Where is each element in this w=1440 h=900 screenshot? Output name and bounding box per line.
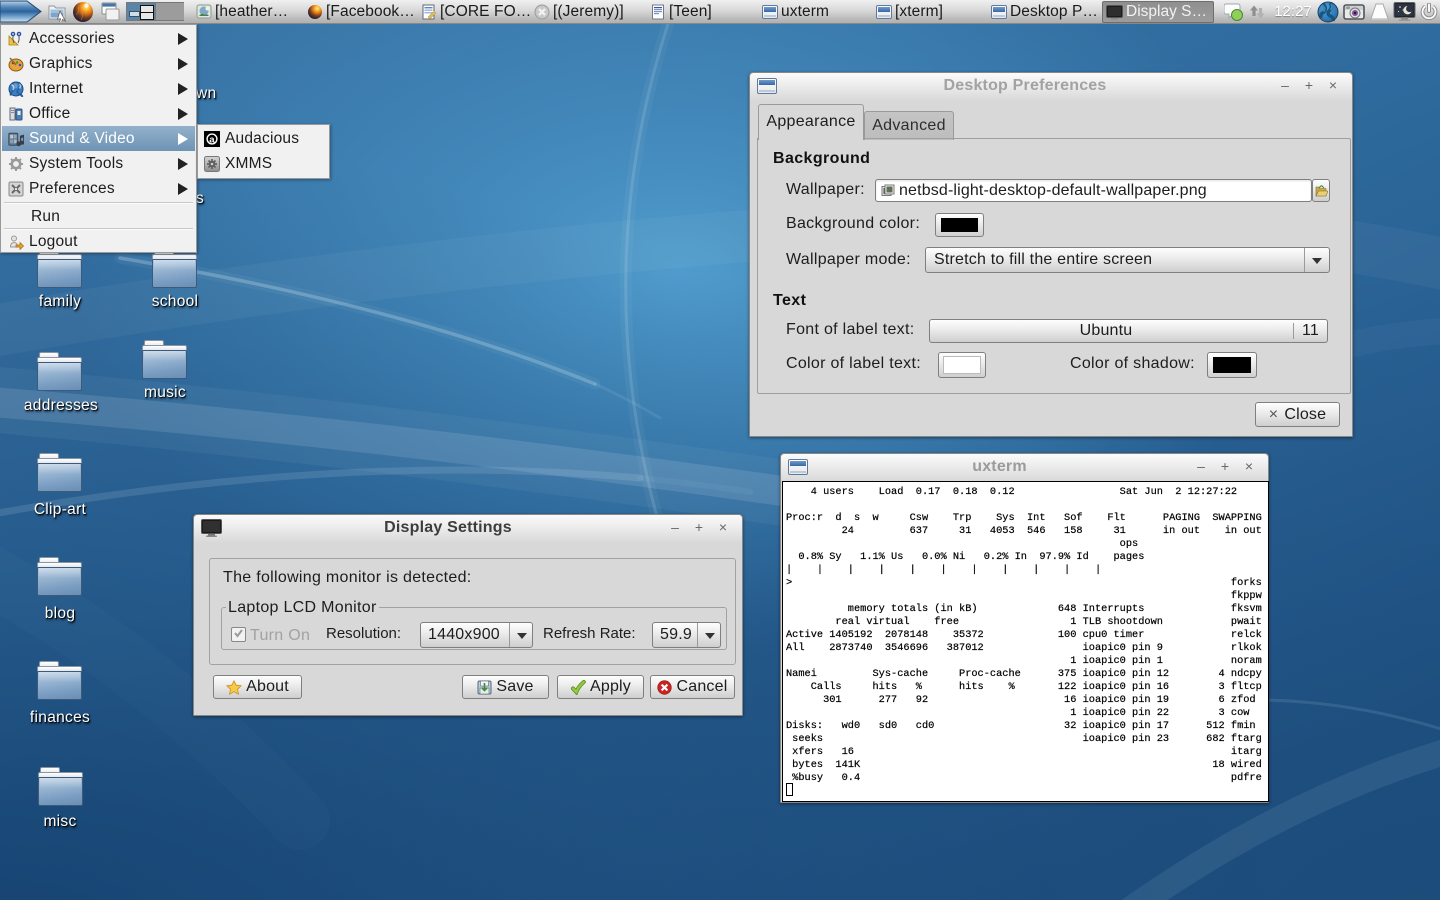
svg-text:a: a (209, 134, 215, 145)
